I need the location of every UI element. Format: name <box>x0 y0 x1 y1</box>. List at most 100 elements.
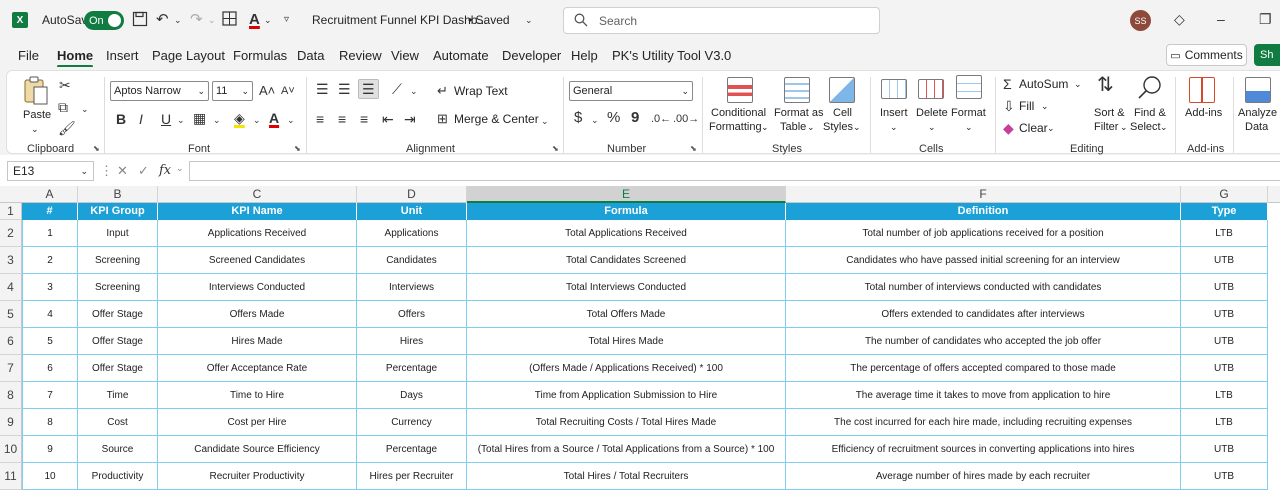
font-color-dropdown-icon[interactable]: ⌄ <box>264 11 272 29</box>
table-cell[interactable]: Total Applications Received <box>467 220 786 247</box>
column-header-c[interactable]: C <box>158 186 357 203</box>
table-cell[interactable]: UTB <box>1181 247 1268 274</box>
italic-button[interactable]: I <box>139 111 143 127</box>
table-cell[interactable]: Screening <box>78 247 158 274</box>
tab-view[interactable]: View <box>391 48 419 63</box>
table-cell[interactable]: 6 <box>22 355 78 382</box>
percent-button[interactable]: % <box>607 110 620 126</box>
document-title[interactable]: Recruitment Funnel KPI Dashb... <box>312 13 487 27</box>
table-cell[interactable]: Cost <box>78 409 158 436</box>
row-header-11[interactable]: 11 <box>0 463 22 490</box>
insert-function-button[interactable]: fx <box>159 163 171 178</box>
align-right-icon[interactable]: ≡ <box>360 111 368 127</box>
table-cell[interactable]: Candidates who have passed initial scree… <box>786 247 1181 274</box>
tab-review[interactable]: Review <box>339 48 382 63</box>
table-cell[interactable]: 4 <box>22 301 78 328</box>
autosave-toggle[interactable]: On <box>84 11 124 30</box>
table-cell[interactable]: 5 <box>22 328 78 355</box>
table-cell[interactable]: Applications Received <box>158 220 357 247</box>
table-cell[interactable]: 1 <box>22 220 78 247</box>
number-format-select[interactable]: General ⌄ <box>569 81 693 101</box>
table-cell[interactable]: Total Recruiting Costs / Total Hires Mad… <box>467 409 786 436</box>
table-cell[interactable]: Productivity <box>78 463 158 490</box>
tab-insert[interactable]: Insert <box>106 48 139 63</box>
table-cell[interactable]: Interviews <box>357 274 467 301</box>
column-header-f[interactable]: F <box>786 186 1181 203</box>
tab-pk-utility[interactable]: PK's Utility Tool V3.0 <box>612 48 731 63</box>
font-color-ribbon-dropdown-icon[interactable]: ⌄ <box>287 112 295 128</box>
copy-dropdown-icon[interactable]: ⌄ <box>81 101 89 117</box>
orientation-dropdown-icon[interactable]: ⌄ <box>410 83 418 99</box>
increase-decimal-icon[interactable]: .0← <box>651 111 671 127</box>
row-header-8[interactable]: 8 <box>0 382 22 409</box>
comments-button[interactable]: ▭ Comments <box>1166 44 1247 66</box>
table-cell[interactable]: Candidate Source Efficiency <box>158 436 357 463</box>
table-cell[interactable]: Time <box>78 382 158 409</box>
table-cell[interactable]: Offer Stage <box>78 328 158 355</box>
tab-data[interactable]: Data <box>297 48 324 63</box>
table-cell[interactable]: Percentage <box>357 436 467 463</box>
row-header-6[interactable]: 6 <box>0 328 22 355</box>
table-cell[interactable]: Offers <box>357 301 467 328</box>
table-cell[interactable]: Percentage <box>357 355 467 382</box>
table-cell[interactable]: Offer Stage <box>78 301 158 328</box>
table-cell[interactable]: UTB <box>1181 463 1268 490</box>
fill-color-dropdown-icon[interactable]: ⌄ <box>253 112 261 128</box>
tab-help[interactable]: Help <box>571 48 598 63</box>
table-cell[interactable]: Average number of hires made by each rec… <box>786 463 1181 490</box>
table-cell[interactable]: Efficiency of recruitment sources in con… <box>786 436 1181 463</box>
font-color-ribbon-icon[interactable]: A <box>269 110 279 126</box>
increase-indent-icon[interactable]: ⇥ <box>404 111 416 127</box>
enter-icon[interactable]: ✓ <box>138 163 149 179</box>
table-cell[interactable]: Total number of interviews conducted wit… <box>786 274 1181 301</box>
fill-color-icon[interactable]: ◈ <box>234 110 245 126</box>
comma-style-button[interactable]: 9 <box>631 110 639 126</box>
align-left-icon[interactable]: ≡ <box>316 111 324 127</box>
currency-dropdown-icon[interactable]: ⌄ <box>591 112 599 128</box>
row-header-5[interactable]: 5 <box>0 301 22 328</box>
borders-dropdown-icon[interactable]: ⌄ <box>213 112 221 128</box>
table-cell[interactable]: The cost incurred for each hire made, in… <box>786 409 1181 436</box>
table-cell[interactable]: 9 <box>22 436 78 463</box>
restore-icon[interactable]: ❐ <box>1259 11 1272 28</box>
table-cell[interactable]: Cost per Hire <box>158 409 357 436</box>
column-header-e[interactable]: E <box>467 186 786 203</box>
decrease-decimal-icon[interactable]: .00→ <box>673 111 699 127</box>
tab-page-layout[interactable]: Page Layout <box>152 48 225 63</box>
table-cell[interactable]: Screened Candidates <box>158 247 357 274</box>
align-bottom-icon[interactable]: ☰ <box>358 79 379 99</box>
formula-input[interactable] <box>189 161 1280 181</box>
row-header-7[interactable]: 7 <box>0 355 22 382</box>
column-header-b[interactable]: B <box>78 186 158 203</box>
redo-dropdown-icon[interactable]: ⌄ <box>208 11 216 29</box>
table-cell[interactable]: (Offers Made / Applications Received) * … <box>467 355 786 382</box>
table-cell[interactable]: The average time it takes to move from a… <box>786 382 1181 409</box>
table-header-cell[interactable]: Formula <box>467 203 786 220</box>
decrease-font-icon[interactable]: A˅ <box>281 83 295 99</box>
alignment-launcher-icon[interactable]: ⬊ <box>552 144 559 153</box>
copy-icon[interactable]: ⧉ <box>58 99 68 115</box>
column-header-d[interactable]: D <box>357 186 467 203</box>
table-header-cell[interactable]: Definition <box>786 203 1181 220</box>
search-box[interactable]: Search <box>563 7 880 34</box>
table-cell[interactable]: 7 <box>22 382 78 409</box>
font-name-select[interactable]: Aptos Narrow ⌄ <box>110 81 209 101</box>
share-button[interactable]: Sh <box>1254 44 1280 66</box>
saved-status[interactable]: • Saved <box>468 13 510 27</box>
tab-developer[interactable]: Developer <box>502 48 561 63</box>
table-cell[interactable]: Applications <box>357 220 467 247</box>
tab-formulas[interactable]: Formulas <box>233 48 287 63</box>
table-cell[interactable]: The percentage of offers accepted compar… <box>786 355 1181 382</box>
table-cell[interactable]: Input <box>78 220 158 247</box>
table-cell[interactable]: Time to Hire <box>158 382 357 409</box>
align-top-icon[interactable]: ☰ <box>316 81 329 97</box>
table-cell[interactable]: Hires per Recruiter <box>357 463 467 490</box>
table-cell[interactable]: The number of candidates who accepted th… <box>786 328 1181 355</box>
user-avatar[interactable]: SS <box>1130 10 1151 31</box>
table-cell[interactable]: LTB <box>1181 382 1268 409</box>
orientation-icon[interactable]: ⟋ <box>392 81 402 97</box>
font-launcher-icon[interactable]: ⬊ <box>294 144 301 153</box>
align-middle-icon[interactable]: ☰ <box>338 81 351 97</box>
table-cell[interactable]: 3 <box>22 274 78 301</box>
table-cell[interactable]: (Total Hires from a Source / Total Appli… <box>467 436 786 463</box>
